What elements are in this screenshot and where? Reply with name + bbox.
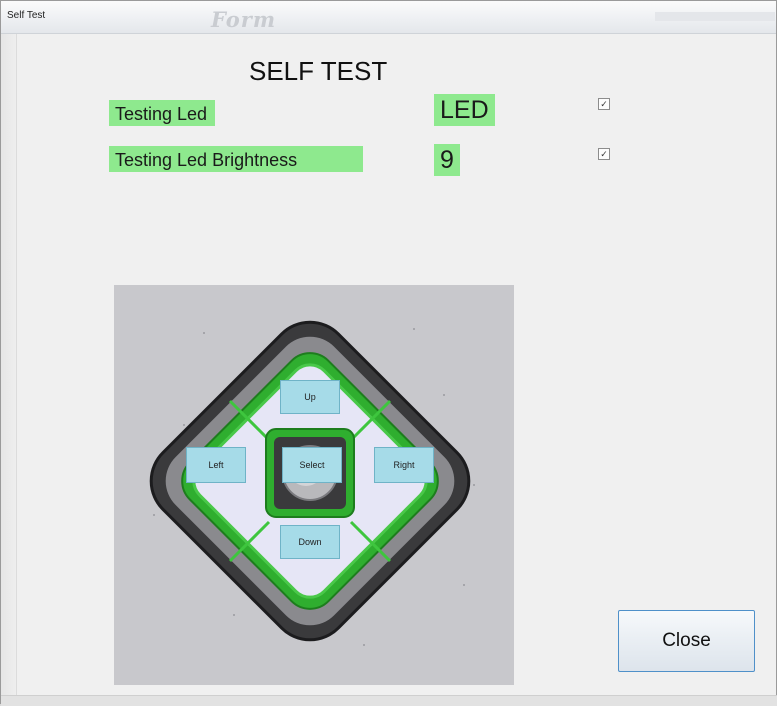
keypad-graphic <box>149 320 475 646</box>
right-button[interactable]: Right <box>374 447 434 483</box>
down-button[interactable]: Down <box>280 525 340 559</box>
window-left-edge <box>1 34 17 695</box>
testing-led-checkbox[interactable]: ✓ <box>598 98 610 110</box>
page-title: SELF TEST <box>249 56 388 86</box>
window-title: Self Test <box>7 10 46 21</box>
keypad-panel: Up Left Select Right Down <box>114 285 514 685</box>
window-bottom-edge <box>1 695 777 706</box>
background-blurred-text <box>655 12 775 21</box>
up-button[interactable]: Up <box>280 380 340 414</box>
left-button[interactable]: Left <box>186 447 246 483</box>
checkbox-checked-icon: ✓ <box>600 99 608 109</box>
testing-led-brightness-checkbox[interactable]: ✓ <box>598 148 610 160</box>
select-button[interactable]: Select <box>282 447 342 483</box>
title-bar[interactable]: Self Test Form <box>1 1 776 34</box>
close-button[interactable]: Close <box>618 610 755 672</box>
testing-led-value: LED <box>434 94 495 126</box>
self-test-window: Self Test Form SELF TEST Testing Led LED… <box>0 0 777 706</box>
testing-led-brightness-label: Testing Led Brightness <box>109 146 363 172</box>
checkbox-checked-icon: ✓ <box>600 149 608 159</box>
testing-led-label: Testing Led <box>109 100 216 126</box>
testing-led-brightness-value: 9 <box>434 144 460 176</box>
background-brand-text: Form <box>211 7 277 32</box>
